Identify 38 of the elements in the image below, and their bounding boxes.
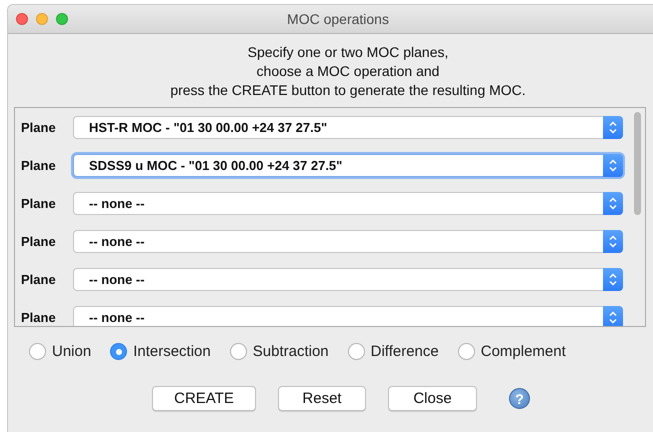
create-button[interactable]: CREATE: [152, 386, 256, 411]
radio-button[interactable]: [230, 343, 247, 360]
radio-label[interactable]: Subtraction: [252, 343, 329, 360]
plane-dropdown[interactable]: -- none --: [73, 230, 623, 252]
plane-dropdown[interactable]: HST-R MOC - "01 30 00.00 +24 37 27.5": [73, 116, 623, 138]
minimize-icon[interactable]: [36, 13, 48, 25]
chevrons-icon: [603, 154, 623, 176]
radio-label[interactable]: Complement: [480, 343, 566, 360]
chevrons-icon: [603, 192, 623, 214]
close-button[interactable]: Close: [388, 386, 477, 411]
radio-label[interactable]: Intersection: [133, 343, 211, 360]
chevrons-icon: [603, 306, 623, 326]
plane-label: Plane: [20, 310, 57, 324]
zoom-icon[interactable]: [56, 13, 68, 25]
plane-label: Plane: [20, 120, 57, 134]
chevrons-icon: [603, 268, 623, 290]
reset-button[interactable]: Reset: [278, 386, 366, 411]
radio-button[interactable]: [348, 343, 365, 360]
radio-button[interactable]: [458, 343, 475, 360]
instruction-text: press the CREATE button to generate the resulting MOC.: [170, 81, 526, 100]
plane-dropdown[interactable]: SDSS9 u MOC - "01 30 00.00 +24 37 27.5": [73, 154, 623, 176]
radio-label[interactable]: Difference: [370, 343, 439, 360]
plane-dropdown[interactable]: -- none --: [73, 306, 623, 326]
instruction-text: Specify one or two MOC planes,: [248, 43, 448, 62]
radio-label[interactable]: Union: [52, 343, 92, 360]
chevrons-icon: [603, 230, 623, 252]
chevrons-icon: [603, 116, 623, 138]
plane-label: Plane: [20, 234, 57, 248]
radio-button[interactable]: [29, 343, 46, 360]
plane-label: Plane: [20, 272, 57, 286]
plane-dropdown[interactable]: -- none --: [73, 268, 623, 290]
plane-dropdown[interactable]: -- none --: [73, 192, 623, 214]
plane-label: Plane: [20, 158, 57, 172]
instruction-text: choose a MOC operation and: [256, 62, 440, 81]
close-icon[interactable]: [16, 13, 28, 25]
window-title: MOC operations: [287, 11, 389, 27]
radio-button[interactable]: [110, 343, 128, 360]
plane-label: Plane: [20, 196, 57, 210]
